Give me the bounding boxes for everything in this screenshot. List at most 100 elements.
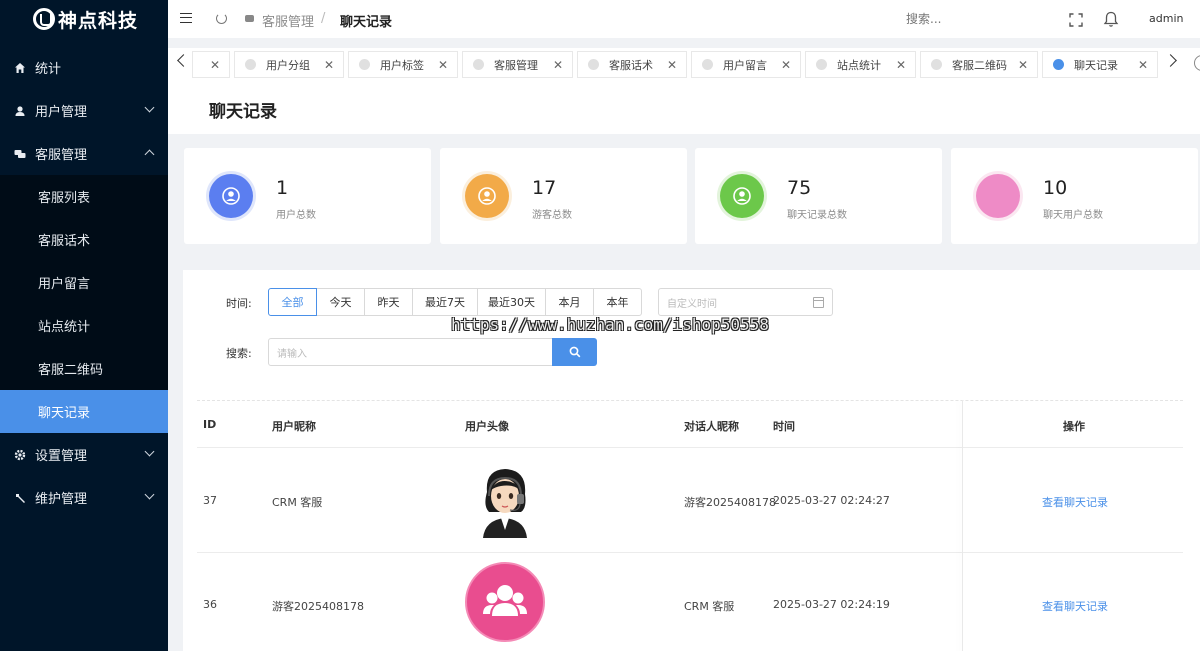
- close-icon[interactable]: ✕: [1018, 58, 1028, 72]
- menu-toggle-icon[interactable]: [180, 13, 192, 23]
- stat-value: 1: [276, 177, 289, 199]
- tab-status-dot: [1053, 59, 1064, 70]
- tabs-bar: ✕ 用户分组 ✕ 用户标签 ✕ 客服管理 ✕ 客服话术 ✕ 用户留言 ✕ 站点统…: [168, 48, 1200, 80]
- stat-icon-ring: [717, 171, 767, 221]
- row-partner: CRM 客服: [684, 600, 735, 613]
- stat-value: 75: [787, 177, 812, 199]
- chevron-down-icon: [144, 489, 155, 500]
- time-option-all[interactable]: 全部: [268, 288, 317, 316]
- close-icon[interactable]: ✕: [324, 58, 334, 72]
- time-option-month[interactable]: 本月: [545, 288, 594, 316]
- tab-status-dot: [702, 59, 713, 70]
- tab-service-scripts[interactable]: 客服话术 ✕: [577, 51, 687, 78]
- logo-icon: [33, 8, 55, 30]
- tab-label: 客服二维码: [952, 58, 1007, 72]
- sidebar-subitem-chat-records[interactable]: 聊天记录: [0, 390, 168, 433]
- tab-status-dot: [931, 59, 942, 70]
- close-icon[interactable]: ✕: [1138, 58, 1148, 72]
- keyword-input[interactable]: 请输入: [268, 338, 553, 366]
- sidebar-item-maintenance[interactable]: 维护管理: [0, 476, 168, 519]
- close-icon[interactable]: ✕: [781, 58, 791, 72]
- time-option-30days[interactable]: 最近30天: [477, 288, 546, 316]
- row-nickname: 游客2025408178: [272, 600, 364, 613]
- chevron-down-icon: [144, 446, 155, 457]
- row-nickname: CRM 客服: [272, 496, 323, 509]
- tab-site-stats[interactable]: 站点统计 ✕: [805, 51, 916, 78]
- tab-label: 用户分组: [266, 58, 310, 72]
- guest-avatar: [465, 562, 545, 645]
- close-icon[interactable]: ✕: [438, 58, 448, 72]
- sidebar-item-label: 统计: [35, 62, 62, 77]
- stat-value: 10: [1043, 177, 1068, 199]
- view-chat-record-link[interactable]: 查看聊天记录: [1042, 598, 1108, 614]
- column-header-id: ID: [203, 418, 217, 431]
- header-search-input[interactable]: [906, 9, 1026, 29]
- stat-card-chat-records: 75 聊天记录总数: [695, 148, 942, 244]
- sidebar-item-label: 客服管理: [35, 148, 88, 163]
- sidebar-item-label: 用户管理: [35, 105, 88, 120]
- sidebar-subitem-service-list[interactable]: 客服列表: [0, 175, 168, 218]
- time-option-today[interactable]: 今天: [316, 288, 365, 316]
- tab-status-dot: [588, 59, 599, 70]
- stat-label: 用户总数: [276, 210, 316, 221]
- sidebar-item-user-management[interactable]: 用户管理: [0, 89, 168, 132]
- fixed-column-divider: [962, 400, 963, 651]
- top-header: 客服管理 / 聊天记录 admin: [168, 0, 1200, 38]
- chat-users-icon: [976, 174, 1020, 218]
- tab-scroll-left-icon[interactable]: [177, 54, 190, 67]
- calendar-icon: [813, 297, 824, 308]
- tab-user-groups[interactable]: 用户分组 ✕: [234, 51, 344, 78]
- close-all-tabs-icon[interactable]: [1194, 55, 1200, 71]
- page-title: 聊天记录: [209, 102, 277, 122]
- view-chat-record-link[interactable]: 查看聊天记录: [1042, 494, 1108, 510]
- stat-card-chat-users: 10 聊天用户总数: [951, 148, 1198, 244]
- tab-service-qrcode[interactable]: 客服二维码 ✕: [920, 51, 1038, 78]
- tab-label: 用户标签: [380, 58, 424, 72]
- sidebar-subitem-service-qrcode[interactable]: 客服二维码: [0, 347, 168, 390]
- breadcrumb-parent[interactable]: 客服管理: [262, 11, 314, 30]
- tab-user-tags[interactable]: 用户标签 ✕: [348, 51, 458, 78]
- close-icon[interactable]: ✕: [667, 58, 677, 72]
- time-option-7days[interactable]: 最近7天: [412, 288, 478, 316]
- tab-label: 站点统计: [837, 58, 881, 72]
- logo: 神点科技: [0, 0, 168, 38]
- search-label: 搜索:: [226, 347, 252, 360]
- bell-icon[interactable]: [1103, 11, 1119, 28]
- sidebar-subitem-service-scripts[interactable]: 客服话术: [0, 218, 168, 261]
- sidebar-subitem-user-messages[interactable]: 用户留言: [0, 261, 168, 304]
- table-row: 36 游客2025408178 CRM 客服 2025-03-27 02:24:…: [197, 553, 1183, 651]
- search-button[interactable]: [552, 338, 597, 366]
- time-option-yesterday[interactable]: 昨天: [364, 288, 413, 316]
- column-header-partner: 对话人昵称: [684, 420, 739, 433]
- tab-label: 客服管理: [494, 58, 538, 72]
- tab-user-messages[interactable]: 用户留言 ✕: [691, 51, 801, 78]
- column-header-avatar: 用户头像: [465, 420, 509, 433]
- chat-icon: [14, 148, 26, 160]
- table-row: 37 CRM 客服 游客2025408178 2025-03-27 02:24:…: [197, 448, 1183, 553]
- watermark: https://www.huzhan.com/ishop50558: [451, 315, 769, 334]
- tab-scroll-right-icon[interactable]: [1164, 54, 1177, 67]
- tab-chat-records[interactable]: 聊天记录 ✕: [1042, 51, 1158, 78]
- close-icon[interactable]: ✕: [896, 58, 906, 72]
- time-option-year[interactable]: 本年: [593, 288, 642, 316]
- tab-partial[interactable]: ✕: [192, 51, 230, 78]
- time-filter-label: 时间:: [226, 297, 252, 310]
- sidebar-item-service-management[interactable]: 客服管理: [0, 132, 168, 175]
- close-icon[interactable]: ✕: [553, 58, 563, 72]
- column-header-time: 时间: [773, 420, 795, 433]
- close-icon[interactable]: ✕: [210, 58, 220, 72]
- sidebar-subitem-site-stats[interactable]: 站点统计: [0, 304, 168, 347]
- custom-date-input[interactable]: 自定义时间: [658, 288, 833, 316]
- user-menu[interactable]: admin: [1149, 12, 1183, 25]
- tab-service-management[interactable]: 客服管理 ✕: [462, 51, 573, 78]
- keyword-placeholder: 请输入: [277, 348, 307, 360]
- breadcrumb-separator: /: [321, 11, 326, 26]
- fullscreen-icon[interactable]: [1069, 12, 1083, 27]
- tab-label: 客服话术: [609, 58, 653, 72]
- sidebar-item-label: 设置管理: [35, 449, 88, 464]
- date-placeholder: 自定义时间: [667, 298, 717, 310]
- sidebar-item-settings[interactable]: 设置管理: [0, 433, 168, 476]
- row-partner: 游客2025408178: [684, 496, 776, 509]
- sidebar-item-stats[interactable]: 统计: [0, 46, 168, 89]
- refresh-icon[interactable]: [216, 13, 227, 24]
